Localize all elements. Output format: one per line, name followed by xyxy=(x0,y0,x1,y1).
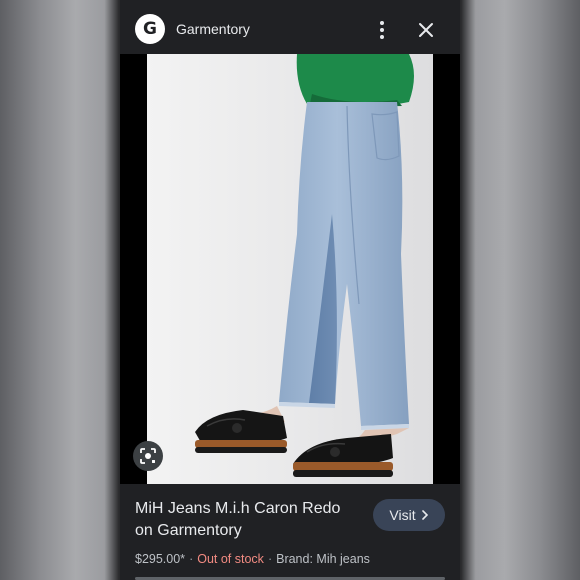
meta-separator: · xyxy=(189,552,194,566)
close-icon xyxy=(419,23,433,37)
product-brand: Brand: Mih jeans xyxy=(276,552,370,566)
image-viewer-panel: G Garmentory MiH Jeans M.i.h Caron Redo … xyxy=(120,0,460,580)
more-options-button[interactable] xyxy=(372,18,392,42)
image-preview-area xyxy=(120,54,460,484)
visual-search-button[interactable] xyxy=(133,441,163,471)
visit-button[interactable]: Visit xyxy=(373,499,445,531)
visit-button-label: Visit xyxy=(389,507,416,523)
product-info-panel: MiH Jeans M.i.h Caron Redo on Garmentory… xyxy=(120,484,460,580)
image-search-icon xyxy=(140,448,156,464)
product-title[interactable]: MiH Jeans M.i.h Caron Redo on Garmentory xyxy=(135,498,360,542)
chevron-right-icon xyxy=(421,510,428,520)
site-name[interactable]: Garmentory xyxy=(176,20,250,38)
viewer-header: G Garmentory xyxy=(120,0,460,54)
site-logo-letter: G xyxy=(143,18,157,39)
close-button[interactable] xyxy=(415,19,437,41)
stock-status: Out of stock xyxy=(197,552,264,566)
more-vert-icon xyxy=(380,21,384,39)
meta-separator: · xyxy=(267,552,273,566)
screenshot-canvas: G Garmentory MiH Jeans M.i.h Caron Redo … xyxy=(0,0,580,580)
product-meta-row: $295.00* · Out of stock · Brand: Mih jeans xyxy=(135,551,370,567)
description-preview xyxy=(135,574,445,580)
site-logo[interactable]: G xyxy=(135,14,165,44)
product-price: $295.00* xyxy=(135,552,186,566)
product-photo[interactable] xyxy=(147,54,433,484)
product-photo-illustration xyxy=(147,54,433,484)
